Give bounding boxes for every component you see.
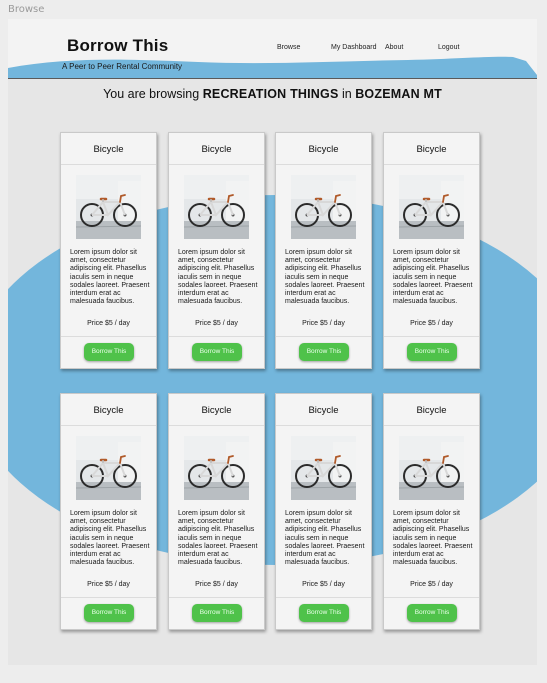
card-divider xyxy=(384,336,479,337)
browse-context: You are browsing RECREATION THINGS in BO… xyxy=(8,87,537,101)
card-divider xyxy=(61,336,156,337)
listing-card: Bicycle Lorem ipsum dolor sit amet, cons… xyxy=(168,393,265,630)
bicycle-photo-icon xyxy=(184,436,249,500)
listing-description: Lorem ipsum dolor sit amet, consectetur … xyxy=(178,510,258,567)
borrow-this-button[interactable]: Borrow This xyxy=(299,343,349,361)
listing-price: Price $5 / day xyxy=(87,320,130,327)
listing-card: Bicycle Lorem ipsum dolor sit amet, cons… xyxy=(275,393,372,630)
bicycle-photo-icon xyxy=(76,436,141,500)
card-divider xyxy=(169,164,264,165)
header-divider xyxy=(8,78,537,79)
card-divider xyxy=(169,597,264,598)
browse-category: RECREATION THINGS xyxy=(202,87,339,101)
listing-description: Lorem ipsum dolor sit amet, consectetur … xyxy=(70,510,150,567)
listing-price: Price $5 / day xyxy=(410,581,453,588)
borrow-this-button[interactable]: Borrow This xyxy=(407,604,457,622)
site-header: Borrow This A Peer to Peer Rental Commun… xyxy=(8,19,537,79)
nav-my-dashboard[interactable]: My Dashboard xyxy=(331,44,377,51)
card-divider xyxy=(169,336,264,337)
listing-title: Bicycle xyxy=(93,405,124,416)
bicycle-photo-icon xyxy=(184,175,249,239)
borrow-this-button[interactable]: Borrow This xyxy=(84,604,134,622)
listing-price: Price $5 / day xyxy=(302,320,345,327)
card-divider xyxy=(61,425,156,426)
listing-title: Bicycle xyxy=(308,144,339,155)
listing-card: Bicycle Lorem ipsum dolor sit amet, cons… xyxy=(60,132,157,369)
bicycle-photo-icon xyxy=(76,175,141,239)
browse-prefix: You are browsing xyxy=(103,87,200,101)
browse-joiner: in xyxy=(341,87,352,101)
listing-description: Lorem ipsum dolor sit amet, consectetur … xyxy=(285,510,365,567)
card-divider xyxy=(384,164,479,165)
bicycle-photo-icon xyxy=(399,175,464,239)
card-divider xyxy=(169,425,264,426)
borrow-this-button[interactable]: Borrow This xyxy=(84,343,134,361)
listing-title: Bicycle xyxy=(93,144,124,155)
listing-card: Bicycle Lorem ipsum dolor sit amet, cons… xyxy=(168,132,265,369)
listing-card: Bicycle Lorem ipsum dolor sit amet, cons… xyxy=(60,393,157,630)
listing-description: Lorem ipsum dolor sit amet, consectetur … xyxy=(178,249,258,306)
listing-card: Bicycle Lorem ipsum dolor sit amet, cons… xyxy=(383,132,480,369)
listing-description: Lorem ipsum dolor sit amet, consectetur … xyxy=(393,510,473,567)
bicycle-photo-icon xyxy=(399,436,464,500)
listing-description: Lorem ipsum dolor sit amet, consectetur … xyxy=(393,249,473,306)
listing-description: Lorem ipsum dolor sit amet, consectetur … xyxy=(70,249,150,306)
listing-title: Bicycle xyxy=(416,405,447,416)
card-divider xyxy=(276,597,371,598)
card-divider xyxy=(384,597,479,598)
borrow-this-button[interactable]: Borrow This xyxy=(299,604,349,622)
listing-price: Price $5 / day xyxy=(195,581,238,588)
listing-price: Price $5 / day xyxy=(410,320,453,327)
card-divider xyxy=(61,164,156,165)
listing-description: Lorem ipsum dolor sit amet, consectetur … xyxy=(285,249,365,306)
borrow-this-button[interactable]: Borrow This xyxy=(192,604,242,622)
listing-price: Price $5 / day xyxy=(87,581,130,588)
listing-title: Bicycle xyxy=(308,405,339,416)
card-divider xyxy=(61,597,156,598)
listing-title: Bicycle xyxy=(201,144,232,155)
listing-price: Price $5 / day xyxy=(195,320,238,327)
listing-price: Price $5 / day xyxy=(302,581,345,588)
card-divider xyxy=(276,425,371,426)
browse-location: BOZEMAN MT xyxy=(355,87,442,101)
borrow-this-button[interactable]: Borrow This xyxy=(407,343,457,361)
card-divider xyxy=(384,425,479,426)
borrow-this-button[interactable]: Borrow This xyxy=(192,343,242,361)
page-canvas: Borrow This A Peer to Peer Rental Commun… xyxy=(8,19,537,665)
tagline: A Peer to Peer Rental Community xyxy=(62,62,183,71)
card-divider xyxy=(276,336,371,337)
listing-card: Bicycle Lorem ipsum dolor sit amet, cons… xyxy=(275,132,372,369)
bicycle-photo-icon xyxy=(291,436,356,500)
brand-logo[interactable]: Borrow This xyxy=(67,36,168,56)
card-divider xyxy=(276,164,371,165)
listing-title: Bicycle xyxy=(201,405,232,416)
bicycle-photo-icon xyxy=(291,175,356,239)
listing-title: Bicycle xyxy=(416,144,447,155)
nav-browse[interactable]: Browse xyxy=(277,44,300,51)
listing-card: Bicycle Lorem ipsum dolor sit amet, cons… xyxy=(383,393,480,630)
nav-logout[interactable]: Logout xyxy=(438,44,459,51)
nav-about[interactable]: About xyxy=(385,44,403,51)
frame-label: Browse xyxy=(8,4,45,15)
